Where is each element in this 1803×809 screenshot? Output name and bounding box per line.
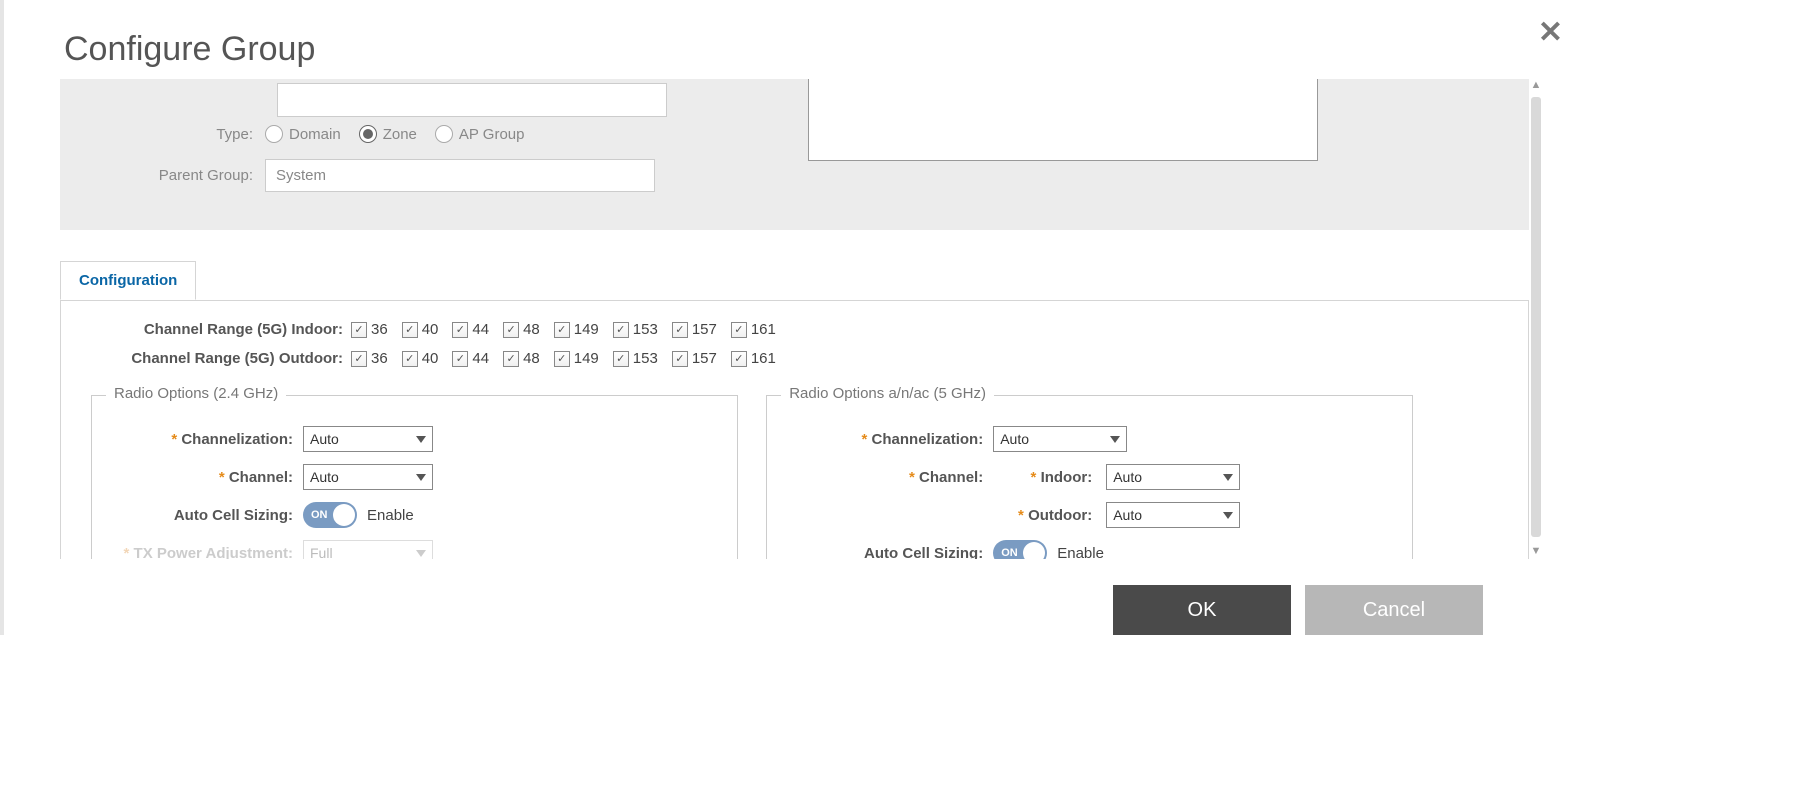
cb-indoor-40[interactable]: ✓40 <box>402 321 439 338</box>
cb-indoor-157[interactable]: ✓157 <box>672 321 717 338</box>
name-input[interactable] <box>277 83 667 117</box>
tabs-container: Configuration Channel Range (5G) Indoor:… <box>60 300 1529 559</box>
auto-cell-5-switch[interactable]: ON <box>993 540 1047 559</box>
cb-indoor-48[interactable]: ✓48 <box>503 321 540 338</box>
chevron-down-icon <box>416 474 426 481</box>
auto-cell-24-enable: Enable <box>367 507 414 524</box>
type-radio-group: Domain Zone AP Group <box>265 125 525 143</box>
channelization-24-label: Channelization: <box>108 431 303 448</box>
ok-button[interactable]: OK <box>1113 585 1291 635</box>
cb-indoor-153[interactable]: ✓153 <box>613 321 658 338</box>
channel-range-outdoor-checks: ✓36 ✓40 ✓44 ✓48 ✓149 ✓153 ✓157 ✓161 <box>351 350 776 367</box>
chevron-down-icon <box>1223 474 1233 481</box>
parent-group-input[interactable]: System <box>265 159 655 192</box>
scroll-thumb[interactable] <box>1531 97 1541 537</box>
parent-group-label: Parent Group: <box>80 167 265 184</box>
tab-configuration[interactable]: Configuration <box>60 261 196 300</box>
cb-indoor-161[interactable]: ✓161 <box>731 321 776 338</box>
indoor-5-select[interactable]: Auto <box>1106 464 1240 490</box>
radio-icon <box>265 125 283 143</box>
chevron-down-icon <box>416 436 426 443</box>
cb-outdoor-40[interactable]: ✓40 <box>402 350 439 367</box>
cb-outdoor-161[interactable]: ✓161 <box>731 350 776 367</box>
configure-group-dialog: ✕ Configure Group Type: Domain Zone <box>0 0 1553 635</box>
cancel-button[interactable]: Cancel <box>1305 585 1483 635</box>
configuration-tab-content: Channel Range (5G) Indoor: ✓36 ✓40 ✓44 ✓… <box>61 301 1528 559</box>
channel-range-outdoor-label: Channel Range (5G) Outdoor: <box>91 350 351 367</box>
switch-knob <box>333 504 355 526</box>
channelization-5-label: Channelization: <box>783 431 993 448</box>
radio-label: AP Group <box>459 126 525 143</box>
channelization-5-select[interactable]: Auto <box>993 426 1127 452</box>
radio-5-legend: Radio Options a/n/ac (5 GHz) <box>781 385 994 402</box>
indoor-5-label: Indoor: <box>1015 469 1100 486</box>
auto-cell-24-label: Auto Cell Sizing: <box>108 507 303 524</box>
channel-range-indoor-checks: ✓36 ✓40 ✓44 ✓48 ✓149 ✓153 ✓157 ✓161 <box>351 321 776 338</box>
scrollbar[interactable]: ▲ ▼ <box>1529 79 1543 559</box>
auto-cell-5-enable: Enable <box>1057 545 1104 560</box>
radio-label: Zone <box>383 126 417 143</box>
cb-outdoor-149[interactable]: ✓149 <box>554 350 599 367</box>
type-radio-domain[interactable]: Domain <box>265 125 341 143</box>
close-icon[interactable]: ✕ <box>1538 18 1563 48</box>
scroll-down-icon[interactable]: ▼ <box>1529 545 1543 559</box>
dialog-title: Configure Group <box>14 0 1543 79</box>
txpower-24-select: Full <box>303 540 433 559</box>
type-radio-ap-group[interactable]: AP Group <box>435 125 525 143</box>
radio-24-fieldset: Radio Options (2.4 GHz) Channelization: … <box>91 395 738 559</box>
cb-indoor-36[interactable]: ✓36 <box>351 321 388 338</box>
cb-outdoor-36[interactable]: ✓36 <box>351 350 388 367</box>
channel-range-indoor-label: Channel Range (5G) Indoor: <box>91 321 351 338</box>
radio-5-fieldset: Radio Options a/n/ac (5 GHz) Channelizat… <box>766 395 1413 559</box>
channelization-24-select[interactable]: Auto <box>303 426 433 452</box>
outdoor-5-label: Outdoor: <box>1015 507 1100 524</box>
cb-outdoor-153[interactable]: ✓153 <box>613 350 658 367</box>
switch-knob <box>1023 542 1045 559</box>
auto-cell-24-switch[interactable]: ON <box>303 502 357 528</box>
cb-outdoor-48[interactable]: ✓48 <box>503 350 540 367</box>
chevron-down-icon <box>416 550 426 557</box>
channel-24-select[interactable]: Auto <box>303 464 433 490</box>
general-panel: Type: Domain Zone AP Group <box>60 79 1529 230</box>
auto-cell-5-label: Auto Cell Sizing: <box>783 545 993 560</box>
cb-outdoor-44[interactable]: ✓44 <box>452 350 489 367</box>
type-label: Type: <box>80 126 265 143</box>
radio-icon <box>435 125 453 143</box>
txpower-24-label: TX Power Adjustment: <box>108 545 303 560</box>
tree-select-box[interactable] <box>808 79 1318 161</box>
dialog-body: Type: Domain Zone AP Group <box>60 79 1543 559</box>
channel-24-label: Channel: <box>108 469 303 486</box>
cb-indoor-44[interactable]: ✓44 <box>452 321 489 338</box>
outdoor-5-select[interactable]: Auto <box>1106 502 1240 528</box>
chevron-down-icon <box>1110 436 1120 443</box>
cb-indoor-149[interactable]: ✓149 <box>554 321 599 338</box>
type-radio-zone[interactable]: Zone <box>359 125 417 143</box>
radio-icon <box>359 125 377 143</box>
dialog-footer: OK Cancel <box>14 559 1543 635</box>
channel-5-label: Channel: <box>783 469 993 486</box>
scroll-up-icon[interactable]: ▲ <box>1529 79 1543 93</box>
cb-outdoor-157[interactable]: ✓157 <box>672 350 717 367</box>
chevron-down-icon <box>1223 512 1233 519</box>
radio-24-legend: Radio Options (2.4 GHz) <box>106 385 286 402</box>
radio-label: Domain <box>289 126 341 143</box>
